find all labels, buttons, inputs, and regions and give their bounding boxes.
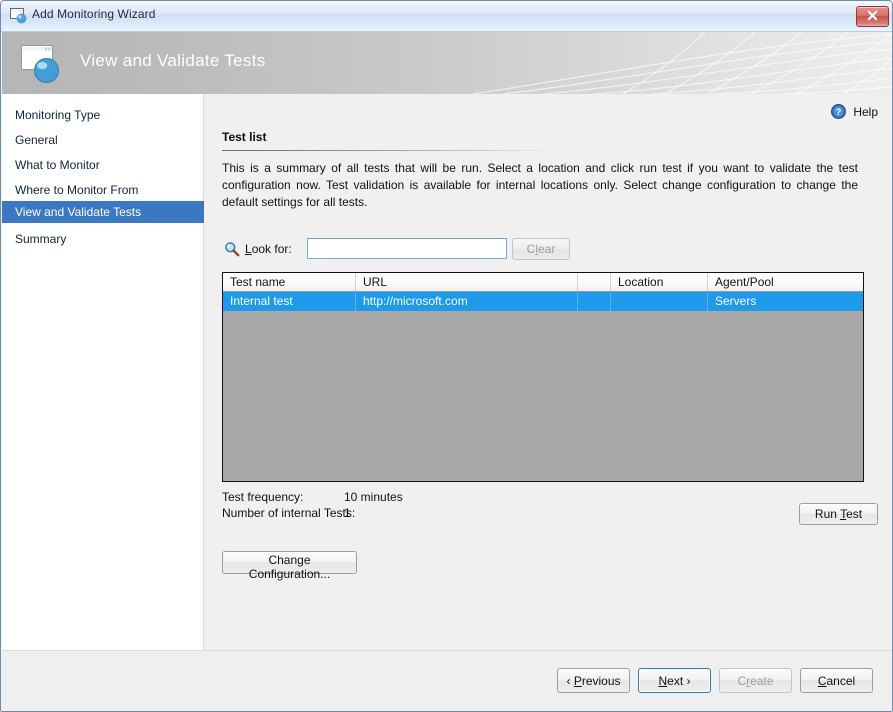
help-question-icon: ? — [831, 108, 849, 122]
create-label-after: eate — [750, 674, 773, 688]
window-sphere-icon — [10, 8, 28, 25]
table-row[interactable]: Internal test http://microsoft.com Serve… — [223, 292, 863, 311]
sidebar-item-monitoring-type[interactable]: Monitoring Type — [2, 104, 204, 126]
previous-button[interactable]: ‹ Previous — [557, 668, 630, 693]
add-monitoring-wizard-window: Add Monitoring Wizard — [0, 0, 893, 712]
banner-window-sphere-icon — [19, 41, 65, 87]
wizard-content-pane: ? Help Test list This is a summary of al… — [204, 94, 893, 650]
previous-label-accel: P — [574, 674, 582, 688]
create-label-before: C — [737, 674, 746, 688]
test-frequency-value: 10 minutes — [344, 490, 403, 504]
clear-button[interactable]: Clear — [512, 238, 570, 260]
column-header-unnamed[interactable] — [578, 273, 611, 291]
banner-title: View and Validate Tests — [80, 51, 266, 71]
previous-label-after: revious — [582, 674, 621, 688]
look-for-row: Look for: Clear — [222, 238, 572, 262]
look-for-label-accel: L — [245, 242, 252, 256]
previous-label-before: ‹ — [566, 674, 573, 688]
titlebar: Add Monitoring Wizard — [1, 1, 893, 32]
column-header-url[interactable]: URL — [356, 273, 578, 291]
next-button[interactable]: Next › — [638, 668, 711, 693]
help-label: Help — [853, 105, 878, 119]
cell-test-name: Internal test — [223, 292, 356, 311]
column-header-agent-pool[interactable]: Agent/Pool — [708, 273, 863, 291]
run-test-label-before: Run — [815, 507, 840, 521]
create-button[interactable]: Create — [719, 668, 792, 693]
sidebar-item-where-to-monitor-from[interactable]: Where to Monitor From — [2, 179, 204, 201]
sidebar-item-summary[interactable]: Summary — [2, 228, 204, 250]
close-icon — [867, 10, 878, 21]
section-title: Test list — [222, 130, 266, 144]
banner-mesh-decoration — [473, 32, 893, 94]
cancel-label-after: ancel — [826, 674, 855, 688]
column-header-test-name[interactable]: Test name — [223, 273, 356, 291]
column-header-location[interactable]: Location — [611, 273, 708, 291]
next-label-accel: N — [658, 674, 667, 688]
page-description: This is a summary of all tests that will… — [222, 160, 858, 211]
next-label-after: ext › — [667, 674, 690, 688]
cell-agent-pool: Servers — [708, 292, 863, 311]
window-title: Add Monitoring Wizard — [32, 7, 155, 21]
section-title-rule — [222, 150, 560, 151]
look-for-input[interactable] — [307, 238, 507, 259]
change-config-label-before: Chan — [268, 553, 297, 567]
internal-tests-count-label: Number of internal Tests: — [222, 506, 355, 520]
run-test-label-after: est — [846, 507, 862, 521]
svg-text:?: ? — [836, 107, 842, 117]
test-frequency-label: Test frequency: — [222, 490, 303, 504]
wizard-step-sidebar: Monitoring Type General What to Monitor … — [2, 94, 204, 650]
search-magnifier-icon — [224, 241, 240, 262]
cell-unnamed — [578, 292, 611, 311]
cell-location — [611, 292, 708, 311]
internal-tests-count-value: 1 — [344, 506, 351, 520]
wizard-banner: View and Validate Tests — [2, 32, 893, 94]
sidebar-item-general[interactable]: General — [2, 129, 204, 151]
look-for-label-rest: ook for: — [252, 242, 292, 256]
wizard-footer: ‹ Previous Next › Create Cancel — [2, 650, 893, 711]
look-for-label: Look for: — [245, 242, 292, 256]
help-link[interactable]: ? Help — [831, 104, 878, 122]
cell-url: http://microsoft.com — [356, 292, 578, 311]
test-list-grid[interactable]: Test name URL Location Agent/Pool Intern… — [222, 272, 864, 482]
change-config-label-accel: g — [297, 553, 304, 567]
test-list-header-row: Test name URL Location Agent/Pool — [223, 273, 863, 292]
run-test-button[interactable]: Run Test — [799, 503, 878, 525]
sidebar-item-what-to-monitor[interactable]: What to Monitor — [2, 154, 204, 176]
clear-label-after: ear — [538, 242, 555, 256]
cancel-button[interactable]: Cancel — [800, 668, 873, 693]
close-button[interactable] — [856, 6, 889, 27]
change-configuration-button[interactable]: Change Configuration... — [222, 551, 357, 574]
sidebar-item-view-and-validate-tests[interactable]: View and Validate Tests — [2, 201, 204, 223]
